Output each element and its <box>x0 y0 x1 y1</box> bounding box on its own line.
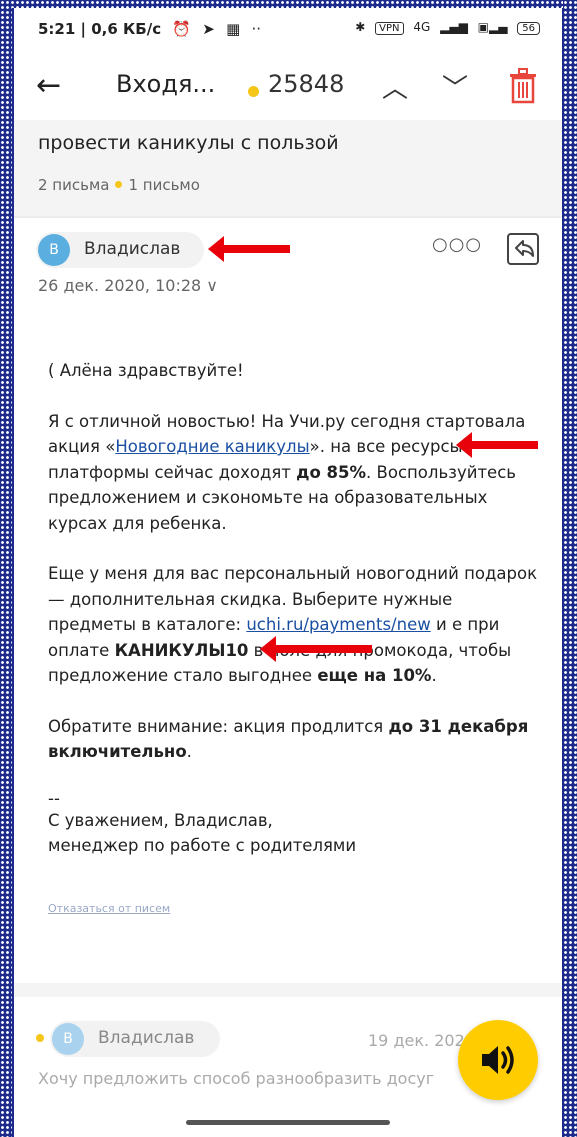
promo-link[interactable]: Новогодние каникулы <box>115 437 309 456</box>
vpn-badge: VPN <box>375 22 404 35</box>
unread-dot-icon <box>36 1034 44 1042</box>
sender-chip[interactable]: В Владислав <box>36 232 204 268</box>
read-aloud-button[interactable] <box>458 1020 538 1100</box>
status-time-speed: 5:21 | 0,6 КБ/с <box>38 20 162 38</box>
signal-icon: ▂▄▆ <box>440 20 468 34</box>
thread-subject: провести каникулы с пользой <box>38 132 339 154</box>
avatar: В <box>38 234 70 266</box>
greeting: ( Алёна здравствуйте! <box>48 358 538 384</box>
status-left: 5:21 | 0,6 КБ/с ⏰ ➤ ▦ ·· <box>38 20 261 38</box>
message-date-text: 26 дек. 2020, 10:28 <box>38 276 202 295</box>
decorative-frame-right <box>563 0 577 1137</box>
red-arrow-annotation <box>456 432 538 458</box>
trash-icon[interactable] <box>508 68 538 104</box>
signature-dash: -- <box>48 788 60 808</box>
divider <box>14 216 562 218</box>
sender-name: Владислав <box>84 239 181 259</box>
paragraph-2: Еще у меня для вас персональный новогодн… <box>48 561 538 689</box>
catalog-link[interactable]: uchi.ru/payments/new <box>246 615 430 634</box>
phone-screen: 5:21 | 0,6 КБ/с ⏰ ➤ ▦ ·· ✱ VPN 4G ▂▄▆ ▣▂… <box>14 8 562 1137</box>
decorative-frame-top <box>0 0 577 8</box>
thread-header[interactable]: провести каникулы с пользой 2 письма 1 пи… <box>14 120 562 216</box>
status-bar: 5:21 | 0,6 КБ/с ⏰ ➤ ▦ ·· ✱ VPN 4G ▂▄▆ ▣▂… <box>14 8 562 52</box>
grid-icon: ▦ <box>226 20 241 38</box>
signature-line-2: менеджер по работе с родителями <box>48 836 357 855</box>
chevron-down-icon[interactable]: ﹀ <box>442 68 468 105</box>
speaker-icon <box>482 1046 514 1074</box>
unread-count: 25848 <box>268 70 345 98</box>
text: . <box>186 742 192 761</box>
wifi-icon: ▣▂▄ <box>477 20 508 34</box>
status-right: ✱ VPN 4G ▂▄▆ ▣▂▄ 56 <box>349 20 540 35</box>
text: и <box>430 615 447 634</box>
cropped-char: ( <box>48 361 60 380</box>
chevron-up-icon[interactable]: ︿ <box>382 68 408 105</box>
signature-line-1: С уважением, Владислав, <box>48 810 273 830</box>
red-arrow-annotation <box>208 236 290 262</box>
divider <box>14 983 562 997</box>
unread-dot-icon <box>248 86 259 97</box>
signal-label: 4G <box>413 20 431 34</box>
thread-unread-count: 1 письмо <box>128 176 200 194</box>
next-message-preview: Хочу предложить способ разнообразить дос… <box>38 1069 435 1088</box>
reply-icon[interactable] <box>506 232 540 266</box>
red-arrow-annotation <box>260 636 372 662</box>
greeting-text: Алёна здравствуйте! <box>59 361 244 380</box>
avatar: В <box>52 1023 84 1055</box>
home-indicator[interactable] <box>186 1120 390 1125</box>
message-date[interactable]: 26 дек. 2020, 10:28 ∨ <box>38 276 218 295</box>
battery-icon: 56 <box>517 22 540 35</box>
mail-toolbar: ← Входя... 25848 ︿ ﹀ <box>14 58 562 118</box>
alarm-icon: ⏰ <box>172 20 192 38</box>
more-notifications-icon: ·· <box>251 20 262 38</box>
text: ». <box>309 437 325 456</box>
paragraph-3: Обратите внимание: акция продлится до 31… <box>48 714 538 765</box>
back-arrow-icon[interactable]: ← <box>36 68 61 103</box>
sender-chip: В Владислав <box>50 1021 220 1057</box>
sender-name: Владислав <box>98 1028 195 1048</box>
folder-title: Входя... <box>116 70 216 98</box>
decorative-frame-left <box>0 0 12 1137</box>
bluetooth-icon: ✱ <box>355 20 366 34</box>
bold-text: еще на 10% <box>317 666 432 685</box>
chevron-down-icon: ∨ <box>206 276 218 295</box>
paragraph-1: Я с отличной новостью! На Учи.ру сегодня… <box>48 409 538 537</box>
text: Обратите внимание: акция продлится <box>48 716 389 736</box>
telegram-icon: ➤ <box>202 20 215 38</box>
unsubscribe-link[interactable]: Отказаться от писем <box>48 902 170 915</box>
thread-meta: 2 письма 1 письмо <box>38 176 200 194</box>
more-options-icon[interactable]: ○○○ <box>432 234 482 255</box>
thread-letters-count: 2 письма <box>38 176 110 194</box>
bold-text: до 85% <box>296 462 367 482</box>
unread-dot-icon <box>115 181 123 188</box>
bold-text: КАНИКУЛЫ10 <box>114 640 249 660</box>
text: . <box>431 666 437 685</box>
